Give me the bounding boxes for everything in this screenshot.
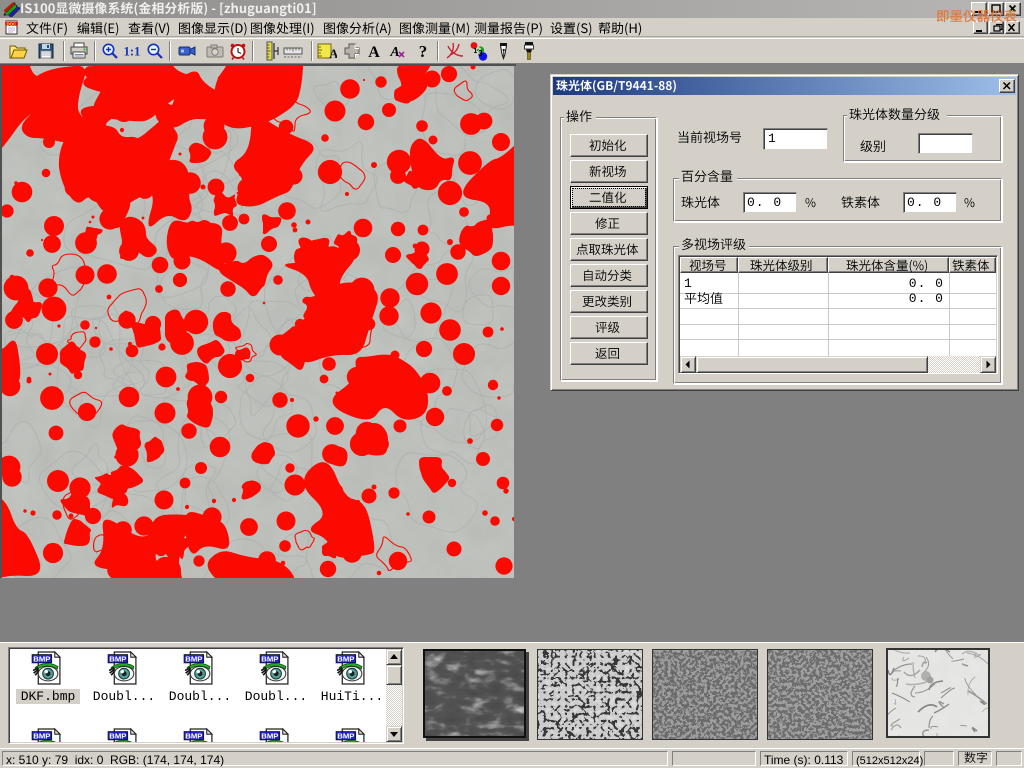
svg-text:A: A (389, 45, 399, 60)
svg-text:A: A (368, 44, 380, 61)
svg-text:DOC: DOC (7, 21, 18, 26)
svg-text:A: A (329, 46, 337, 61)
svg-text:?: ? (419, 42, 428, 61)
svg-text:1:1: 1:1 (124, 45, 141, 59)
svg-text:3: 3 (478, 49, 483, 58)
